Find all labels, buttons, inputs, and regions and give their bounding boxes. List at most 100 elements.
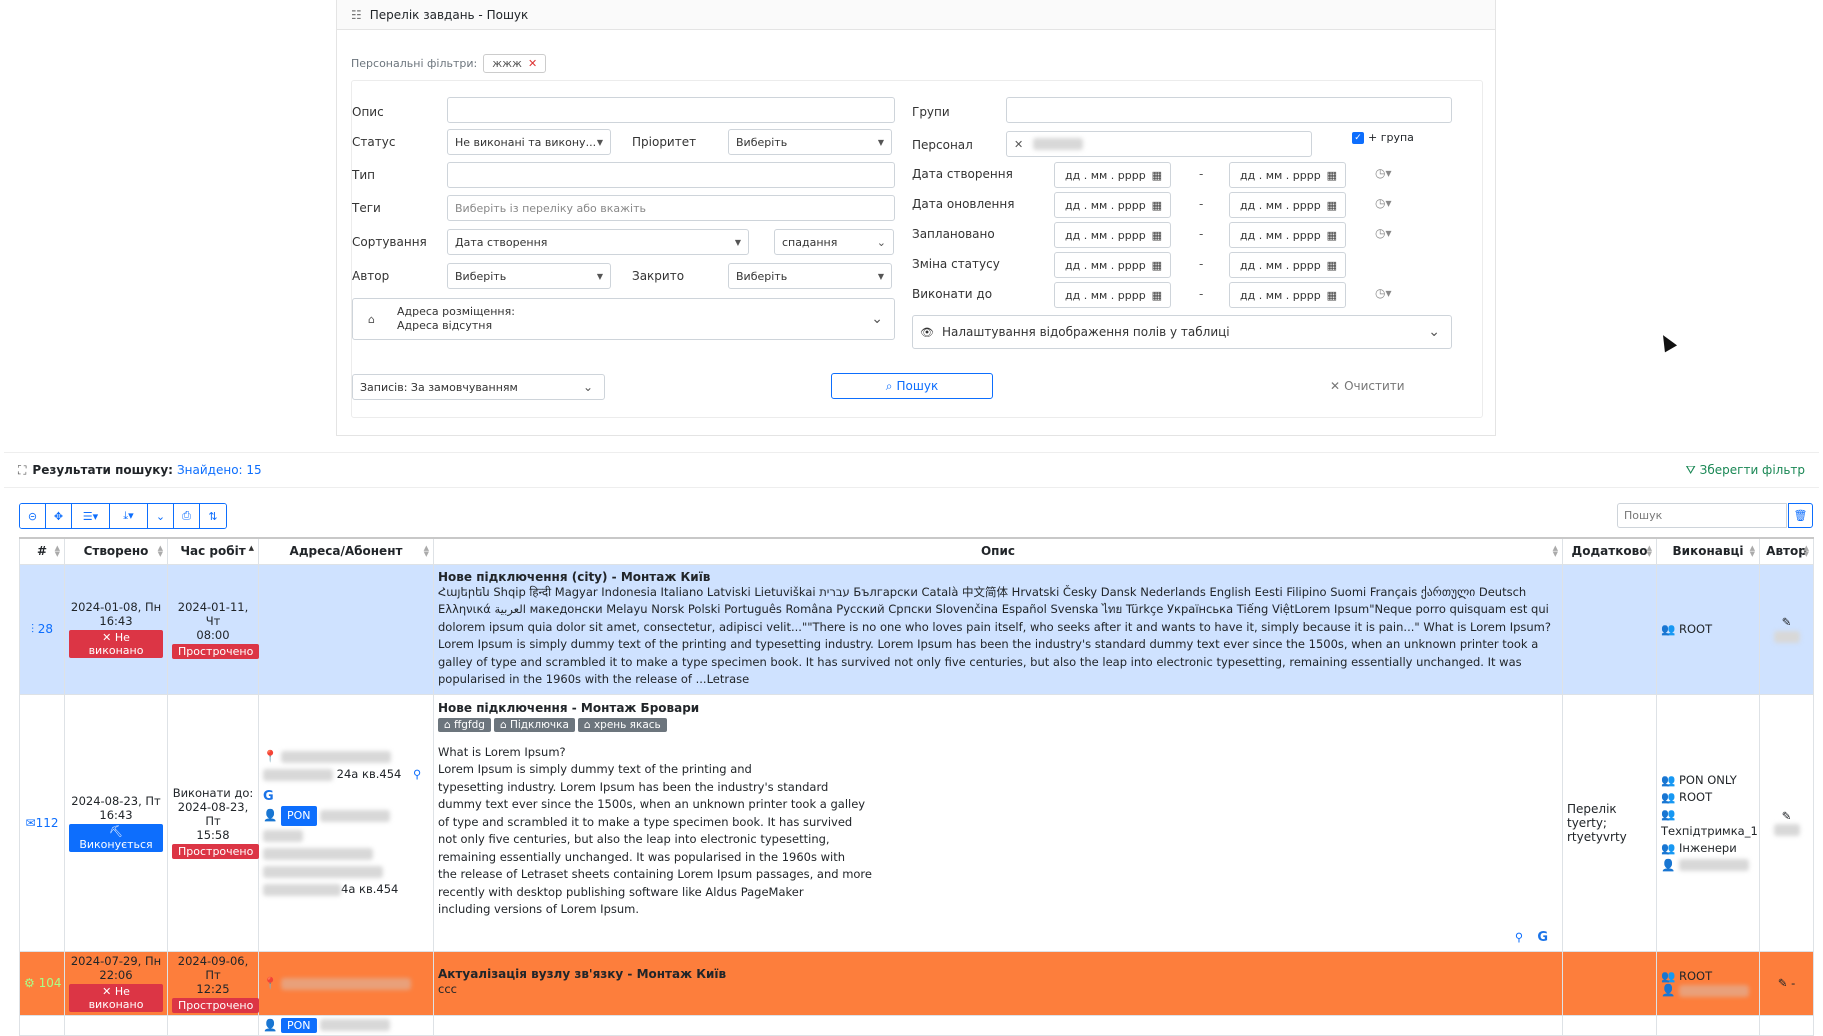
date-updated-from[interactable]: дд . мм . рррр ▦ [1054, 192, 1171, 218]
plus-group-checkbox[interactable]: ✓ + група [1352, 131, 1414, 144]
date-planned-from[interactable]: дд . мм . рррр ▦ [1054, 222, 1171, 248]
description-cell[interactable]: Нове підключення (city) - Монтаж Київ Հա… [433, 563, 1563, 695]
display-settings-accordion[interactable]: 👁 Налаштування відображення полів у табл… [912, 315, 1452, 349]
tags-input[interactable]: Виберіть із переліку або вкажіть [447, 195, 895, 221]
executors-cell [1656, 1014, 1760, 1036]
task-title[interactable]: Нове підключення (city) - Монтаж Київ [438, 570, 1558, 584]
opys-input[interactable] [447, 97, 895, 123]
executor-name: Інженери [1678, 840, 1737, 855]
address-cell: 📍 24а кв.454 ⚲ G 👤 PON 4а кв.454 [258, 693, 434, 952]
user-icon[interactable]: ⚲ [413, 767, 421, 781]
expand-button[interactable]: ⌄ [148, 504, 174, 528]
toggle-view-button[interactable]: ⊝ [20, 504, 46, 528]
sort-select[interactable]: Дата створення ▼ [447, 229, 749, 255]
address-accordion[interactable]: ⌂ Адреса розміщення: Адреса відсутня ⌄ [352, 298, 895, 340]
overdue-badge: Прострочено [172, 997, 260, 1013]
edit-icon[interactable]: ✎ [1782, 615, 1792, 629]
row-num[interactable]: ⚙ 104 [24, 976, 62, 990]
task-title[interactable]: Актуалізація вузлу зв'язку - Монтаж Київ [438, 967, 1558, 981]
row-num[interactable]: ⫶ 28 [31, 622, 53, 636]
x-icon[interactable]: ✕ [528, 57, 537, 70]
work-time-cell [167, 1014, 259, 1036]
panel-header: ☷ Перелік завдань - Пошук [337, 0, 1495, 30]
executor-name: ROOT [1678, 969, 1713, 983]
date-created-to[interactable]: дд . мм . рррр ▦ [1229, 162, 1346, 188]
col-header-num[interactable]: # ▲ ▼ [19, 537, 65, 565]
google-icon[interactable]: G [1537, 930, 1548, 945]
col-header-extra[interactable]: Додатково ▲ ▼ [1562, 537, 1657, 565]
col-label: Адреса/Абонент [289, 544, 403, 559]
date-updated-to[interactable]: дд . мм . рррр ▦ [1229, 192, 1346, 218]
author-cell: ✎ - [1759, 950, 1814, 1016]
table-row[interactable]: 👤 PON [19, 1014, 1814, 1036]
records-select[interactable]: Записів: За замовчуванням ⌄ [352, 374, 605, 400]
save-filter-button[interactable]: ⛛ Зберегти фільтр [1686, 463, 1805, 478]
type-input[interactable] [447, 162, 895, 188]
clock-icon[interactable]: ◷▾ [1375, 226, 1392, 240]
date-due-from[interactable]: дд . мм . рррр ▦ [1054, 282, 1171, 308]
tags-placeholder: Виберіть із переліку або вкажіть [455, 201, 646, 215]
priority-value: Виберіть [736, 135, 788, 149]
table-row[interactable]: ⫶ 28 2024-01-08, Пн 16:43 ✕ Не виконано … [19, 563, 1814, 695]
row-num-cell[interactable]: ✉112 [19, 693, 65, 952]
clock-icon[interactable]: ◷▾ [1375, 196, 1392, 210]
work-time: 15:58 [196, 828, 230, 842]
clock-icon[interactable]: ◷▾ [1375, 286, 1392, 300]
sort-toggle-button[interactable]: ⇅ [200, 504, 226, 528]
row-num[interactable]: ✉112 [26, 816, 59, 830]
sort-direction-select[interactable]: спадання ⌄ [774, 229, 894, 255]
edit-icon[interactable]: ✎ [1782, 809, 1792, 823]
search-button[interactable]: ⌕ Пошук [831, 373, 993, 399]
table-row[interactable]: ✉112 2024-08-23, Пт 16:43 ⛏ Виконується … [19, 693, 1814, 952]
col-header-work-time[interactable]: Час робіт ▲ [167, 537, 259, 565]
chevron-down-icon: ▼ [877, 271, 884, 281]
personnel-input[interactable]: ✕ [1006, 131, 1312, 157]
google-icon[interactable]: G [263, 789, 274, 804]
closed-select[interactable]: Виберіть ▼ [728, 263, 892, 289]
chevron-down-icon: ▼ [734, 237, 741, 247]
col-header-author[interactable]: Автор ▲ ▼ [1759, 537, 1814, 565]
row-num-cell[interactable]: ⫶ 28 [19, 563, 65, 695]
columns-button[interactable]: ☰▾ [72, 504, 110, 528]
date-created-from[interactable]: дд . мм . рррр ▦ [1054, 162, 1171, 188]
personal-filter-chip[interactable]: жжж ✕ [483, 54, 547, 73]
col-header-executors[interactable]: Виконавці ▲ ▼ [1656, 537, 1760, 565]
map-pin-icon: 📍 [263, 749, 278, 763]
clock-icon[interactable]: ◷▾ [1375, 166, 1392, 180]
date-planned-to[interactable]: дд . мм . рррр ▦ [1229, 222, 1346, 248]
clear-button[interactable]: ✕ Очистити [1330, 379, 1405, 393]
priority-select[interactable]: Виберіть ▼ [728, 129, 892, 155]
row-num-value: 28 [37, 621, 54, 636]
col-header-description[interactable]: Опис ▲ ▼ [433, 537, 1563, 565]
check-icon[interactable]: ✓ [1352, 131, 1364, 144]
move-button[interactable]: ✥ [46, 504, 72, 528]
export-button[interactable]: ⤓▾ [110, 504, 148, 528]
description-cell[interactable]: Актуалізація вузлу зв'язку - Монтаж Київ… [433, 950, 1563, 1016]
description-cell[interactable]: Нове підключення - Монтаж Бровари ⌂ ffgf… [433, 693, 1563, 952]
user-icon[interactable]: ⚲ [1515, 930, 1523, 945]
col-header-address[interactable]: Адреса/Абонент ▲ ▼ [258, 537, 434, 565]
table-row[interactable]: ⚙ 104 2024-07-29, Пн 22:06 ✕ Не виконано… [19, 950, 1814, 1016]
table-search-input[interactable]: Пошук [1617, 503, 1787, 528]
date-placeholder: дд . мм . рррр [1240, 228, 1321, 242]
date-status-to[interactable]: дд . мм . рррр ▦ [1229, 252, 1346, 278]
edit-icon[interactable]: ✎ [1778, 976, 1788, 990]
description-cell [433, 1014, 1563, 1036]
list-icon: ☷ [351, 7, 362, 22]
date-status-from[interactable]: дд . мм . рррр ▦ [1054, 252, 1171, 278]
task-description: What is Lorem Ipsum? Lorem Ipsum is simp… [438, 744, 872, 917]
status-select[interactable]: Не виконані та викону... ▼ [447, 129, 611, 155]
col-header-created[interactable]: Створено ▲ ▼ [64, 537, 168, 565]
address-apt: 4а кв.454 [341, 882, 399, 896]
author-select[interactable]: Виберіть ▼ [447, 263, 611, 289]
results-label: Результати пошуку: [32, 463, 173, 477]
x-icon[interactable]: ✕ [1014, 138, 1023, 151]
print-button[interactable]: ⎙ [174, 504, 200, 528]
overdue-badge: Прострочено [172, 844, 260, 859]
executor-blurred [1678, 984, 1749, 997]
row-num-cell[interactable]: ⚙ 104 [19, 950, 65, 1016]
groups-input[interactable] [1006, 97, 1452, 123]
trash-icon[interactable]: 🗑 [1788, 503, 1813, 528]
task-title[interactable]: Нове підключення - Монтаж Бровари [438, 701, 1558, 715]
date-due-to[interactable]: дд . мм . рррр ▦ [1229, 282, 1346, 308]
